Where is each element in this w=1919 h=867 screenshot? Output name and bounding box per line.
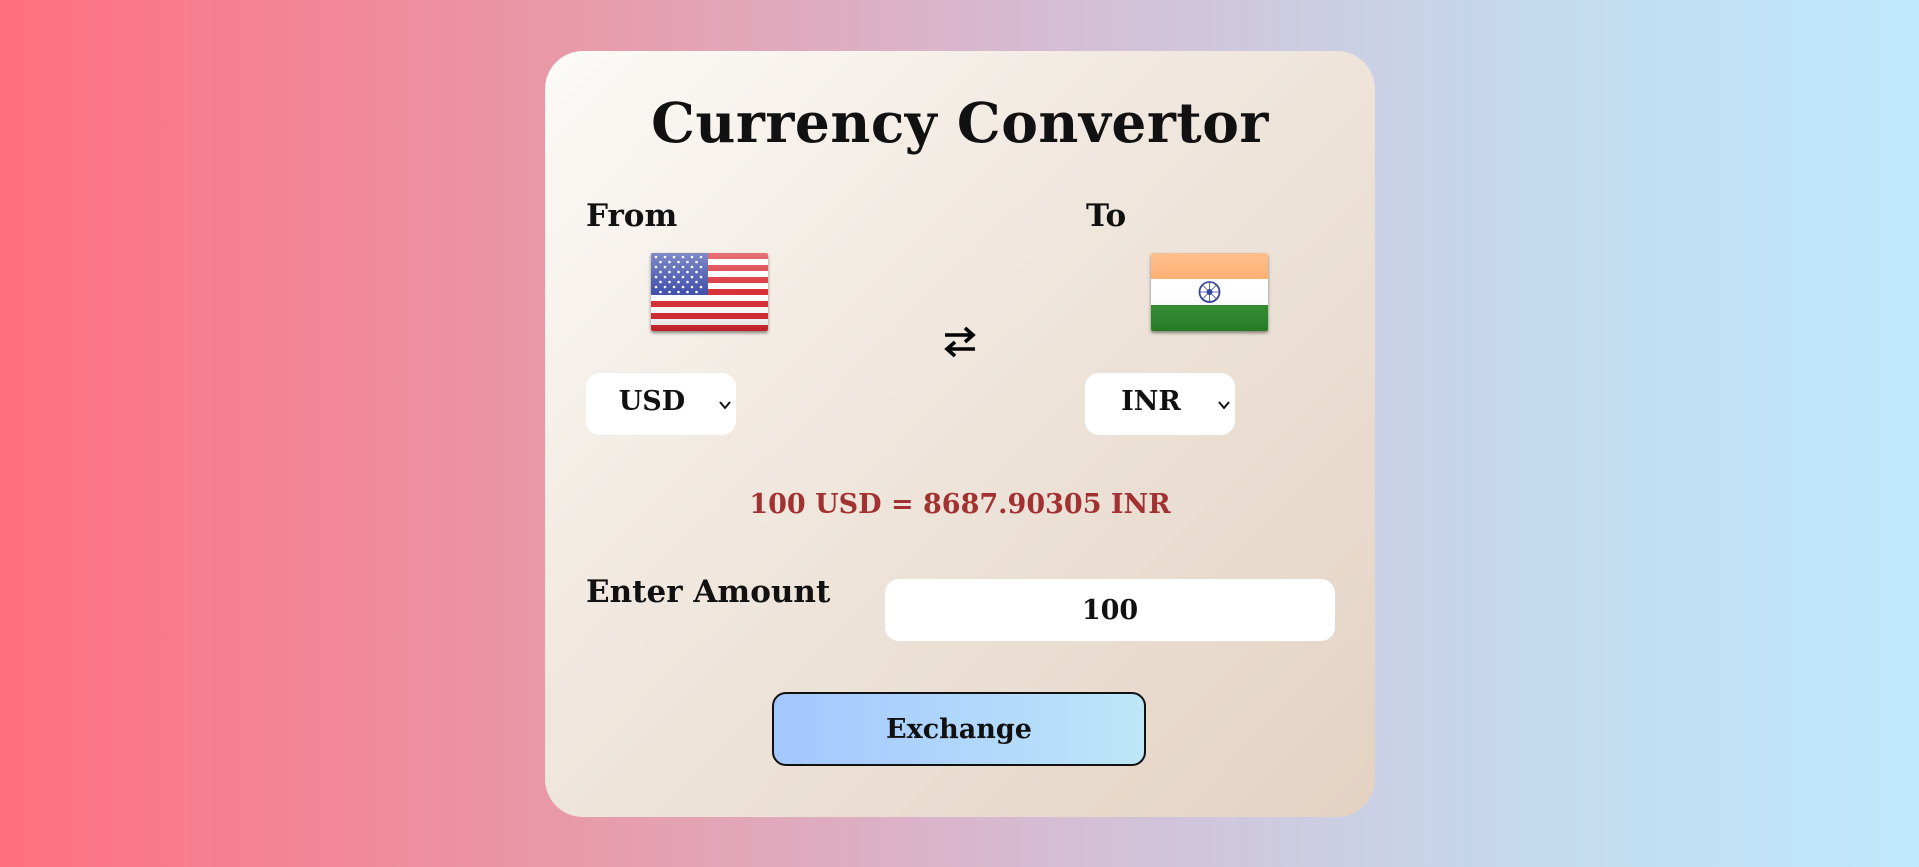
chevron-down-icon xyxy=(719,400,731,410)
to-currency-select[interactable]: INR xyxy=(1085,373,1235,435)
from-currency-value: USD xyxy=(618,386,686,417)
exchange-button[interactable]: Exchange xyxy=(772,692,1146,766)
to-currency-value: INR xyxy=(1121,386,1181,417)
amount-label: Enter Amount xyxy=(586,574,831,610)
from-label: From xyxy=(586,198,678,234)
to-label: To xyxy=(1086,198,1127,234)
converter-card: Currency Convertor From To USD INR 100 U… xyxy=(545,51,1375,817)
india-flag-icon xyxy=(1151,253,1268,331)
us-flag-icon xyxy=(651,253,768,331)
from-currency-select[interactable]: USD xyxy=(586,373,736,435)
page-title: Currency Convertor xyxy=(651,90,1269,155)
amount-input[interactable] xyxy=(885,579,1335,641)
swap-arrows-icon[interactable] xyxy=(942,324,978,360)
conversion-result: 100 USD = 8687.90305 INR xyxy=(749,489,1171,520)
chevron-down-icon xyxy=(1218,400,1230,410)
